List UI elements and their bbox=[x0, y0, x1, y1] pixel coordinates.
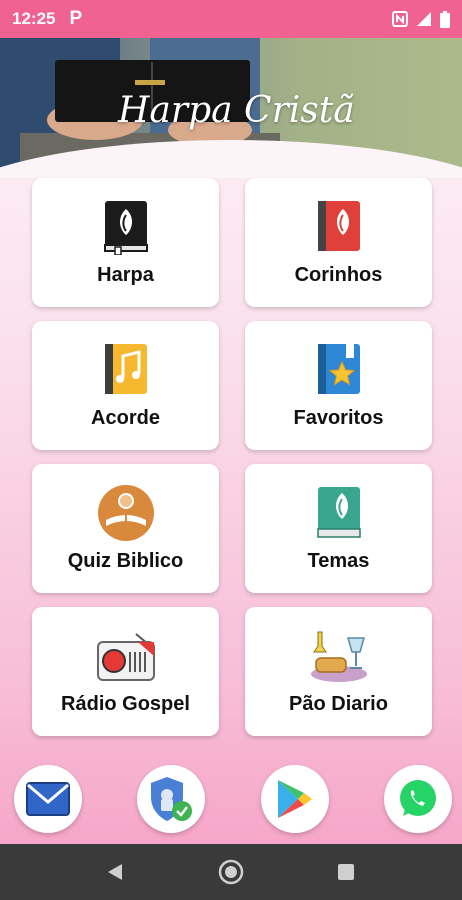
green-book-icon bbox=[308, 484, 370, 542]
whatsapp-button[interactable] bbox=[384, 765, 452, 833]
menu-card-label: Pão Diario bbox=[289, 693, 388, 715]
menu-grid: Harpa Corinhos Acorde Favoritos Quiz Bib… bbox=[32, 178, 432, 736]
signal-icon bbox=[417, 12, 431, 26]
header-banner: Harpa Cristã bbox=[0, 38, 462, 178]
mail-icon bbox=[26, 782, 70, 816]
android-nav-bar bbox=[0, 844, 462, 900]
menu-card-harpa[interactable]: Harpa bbox=[32, 178, 219, 307]
notification-p-icon: P bbox=[69, 8, 83, 29]
bible-quiz-icon bbox=[95, 484, 157, 542]
menu-card-corinhos[interactable]: Corinhos bbox=[245, 178, 432, 307]
play-store-button[interactable] bbox=[261, 765, 329, 833]
menu-card-label: Temas bbox=[307, 550, 370, 572]
recents-icon[interactable] bbox=[337, 863, 355, 881]
clock: 12:25 bbox=[12, 9, 56, 28]
menu-card-acorde[interactable]: Acorde bbox=[32, 321, 219, 450]
battery-icon bbox=[440, 10, 450, 28]
menu-card-quiz-biblico[interactable]: Quiz Biblico bbox=[32, 464, 219, 593]
menu-card-label: Favoritos bbox=[293, 407, 384, 429]
menu-card-pao-diario[interactable]: Pão Diario bbox=[245, 607, 432, 736]
menu-card-label: Acorde bbox=[91, 407, 160, 429]
menu-card-label: Quiz Biblico bbox=[67, 550, 184, 572]
bread-wine-icon bbox=[308, 627, 370, 685]
security-shield-icon bbox=[151, 777, 192, 821]
mail-button[interactable] bbox=[14, 765, 82, 833]
menu-card-temas[interactable]: Temas bbox=[245, 464, 432, 593]
app-title: Harpa Cristã bbox=[118, 90, 355, 131]
star-book-icon bbox=[308, 341, 370, 399]
play-store-icon bbox=[278, 780, 312, 818]
status-bar: 12:25 P bbox=[0, 0, 462, 38]
security-button[interactable] bbox=[137, 765, 205, 833]
home-icon[interactable] bbox=[217, 858, 245, 886]
menu-card-favoritos[interactable]: Favoritos bbox=[245, 321, 432, 450]
radio-icon bbox=[95, 627, 157, 685]
bottom-dock bbox=[0, 765, 462, 835]
menu-card-label: Harpa bbox=[97, 264, 154, 286]
menu-card-radio-gospel[interactable]: Rádio Gospel bbox=[32, 607, 219, 736]
menu-card-label: Rádio Gospel bbox=[61, 693, 190, 715]
music-book-icon bbox=[95, 341, 157, 399]
menu-card-label: Corinhos bbox=[294, 264, 383, 286]
whatsapp-icon bbox=[400, 780, 436, 816]
nfc-icon bbox=[392, 11, 408, 27]
back-icon[interactable] bbox=[104, 862, 124, 882]
red-book-icon bbox=[308, 198, 370, 256]
black-book-icon bbox=[95, 198, 157, 256]
